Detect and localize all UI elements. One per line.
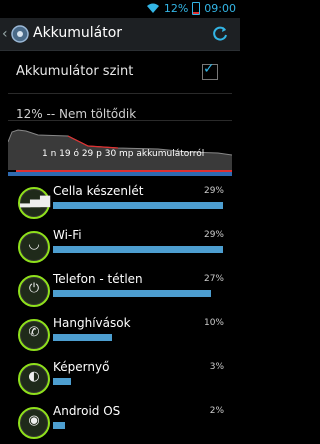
icon-glyph: ◉ <box>28 413 40 428</box>
usage-item-percent: 10% <box>203 318 224 328</box>
clock: 09:00 <box>204 2 236 15</box>
usage-item-percent: 27% <box>203 274 224 284</box>
usage-item-name: Hanghívások <box>53 316 131 330</box>
action-bar: ‹ Akkumulátor <box>0 18 240 51</box>
battery-level-setting[interactable]: Akkumulátor szint <box>0 52 240 92</box>
usage-item-name: Android OS <box>53 404 121 418</box>
graph-label: 1 n 19 ó 29 p 30 mp akkumulátorról <box>42 149 205 159</box>
usage-item[interactable]: ◉ Android OS 2% <box>0 400 240 444</box>
usage-bar-track <box>53 422 223 429</box>
usage-bar <box>53 422 65 429</box>
icon-glyph: ◡ <box>28 237 40 252</box>
usage-bar-track <box>53 334 223 341</box>
battery-status-text: 12% -- Nem töltődik <box>16 107 137 121</box>
usage-item-name: Cella készenlét <box>53 184 144 198</box>
usage-bar-track <box>53 378 223 385</box>
status-bar: 12% 09:00 <box>0 0 240 18</box>
usage-item-percent: 29% <box>203 186 224 196</box>
usage-item-name: Képernyő <box>53 360 110 374</box>
android-icon: ◉ <box>18 407 50 439</box>
usage-item-name: Wi-Fi <box>53 228 82 242</box>
brightness-icon: ◐ <box>18 363 50 395</box>
signal-bars-icon: ▂▄▆ <box>18 187 50 219</box>
usage-item[interactable]: ◐ Képernyő 3% <box>0 356 240 400</box>
wifi-status-icon <box>146 3 159 13</box>
wifi-icon: ◡ <box>18 231 50 263</box>
usage-bar <box>53 202 223 209</box>
usage-item[interactable]: ⏻ Telefon - tétlen 27% <box>0 268 240 312</box>
usage-bar <box>53 290 211 297</box>
usage-bar-track <box>53 290 223 297</box>
refresh-icon[interactable] <box>210 24 230 44</box>
usage-item-percent: 2% <box>209 406 224 416</box>
page-title: Akkumulátor <box>33 25 123 41</box>
phone-icon: ✆ <box>18 319 50 351</box>
usage-item-percent: 29% <box>203 230 224 240</box>
usage-bar <box>53 246 223 253</box>
battery-percent: 12% <box>163 2 189 15</box>
icon-glyph: ▂▄▆ <box>20 193 50 208</box>
battery-level-checkbox[interactable] <box>202 61 218 80</box>
usage-bar <box>53 378 71 385</box>
divider <box>8 120 232 121</box>
divider <box>8 93 232 94</box>
power-icon: ⏻ <box>18 275 50 307</box>
icon-glyph: ⏻ <box>28 281 40 296</box>
usage-item[interactable]: ▂▄▆ Cella készenlét 29% <box>0 180 240 224</box>
usage-bar-track <box>53 246 223 253</box>
usage-bar <box>53 334 112 341</box>
usage-item-percent: 3% <box>209 362 224 372</box>
battery-icon <box>192 2 201 15</box>
battery-level-label: Akkumulátor szint <box>16 64 134 79</box>
usage-item[interactable]: ✆ Hanghívások 10% <box>0 312 240 356</box>
app-gear-icon[interactable] <box>10 24 30 44</box>
back-chevron-icon[interactable]: ‹ <box>2 26 8 42</box>
usage-item[interactable]: ◡ Wi-Fi 29% <box>0 224 240 268</box>
icon-glyph: ✆ <box>28 325 40 340</box>
icon-glyph: ◐ <box>28 369 40 384</box>
usage-item-name: Telefon - tétlen <box>53 272 143 286</box>
usage-bar-track <box>53 202 223 209</box>
status-icons: 12% 09:00 <box>146 2 236 15</box>
